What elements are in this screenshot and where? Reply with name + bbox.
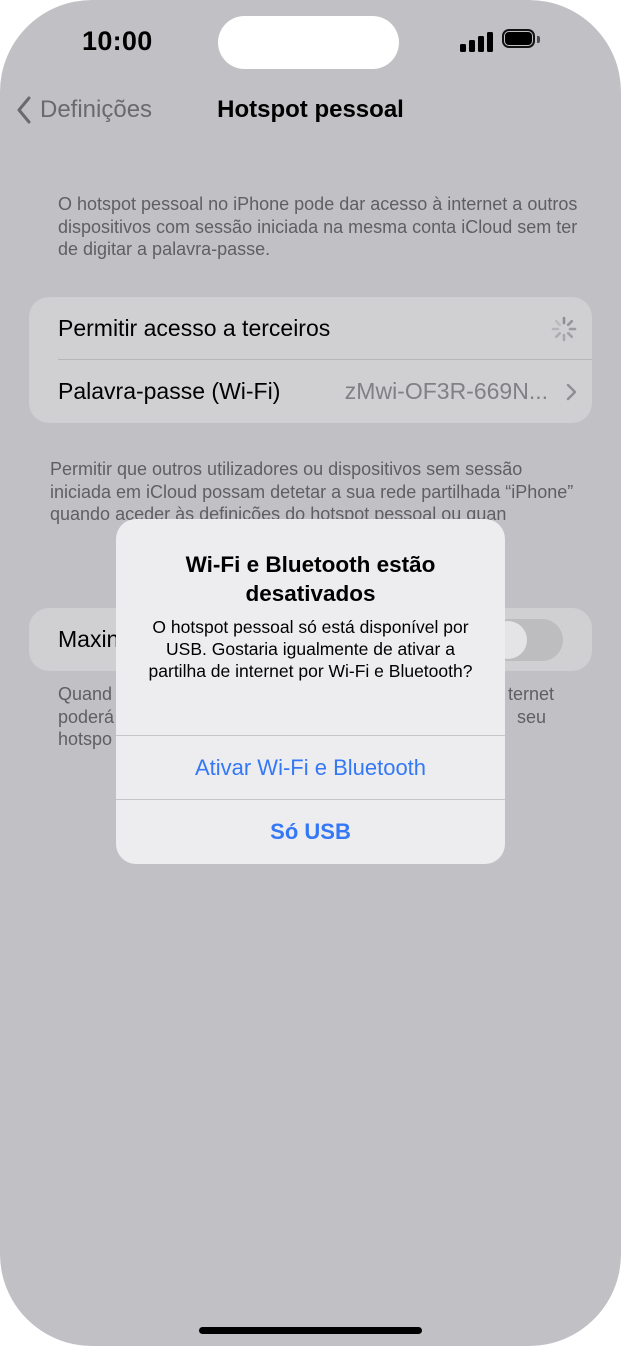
battery-icon	[502, 29, 542, 51]
allow-others-row[interactable]: Permitir acesso a terceiros	[29, 297, 592, 360]
alert-title: Wi-Fi e Bluetooth estão desativados	[185, 552, 436, 606]
password-value: zMwi-OF3R-669N...	[344, 378, 548, 404]
page-title: Hotspot pessoal	[217, 96, 404, 123]
chevron-right-icon	[566, 383, 577, 401]
alert-dialog: Wi-Fi e Bluetooth estão desativados O ho…	[116, 519, 505, 864]
allow-others-label: Permitir acesso a terceiros	[58, 315, 331, 341]
maximize-footer-right: ternet seu	[508, 684, 555, 727]
home-indicator[interactable]	[199, 1327, 422, 1334]
signal-icon	[460, 32, 494, 52]
settings-group: Permitir acesso a terceiros Palavra-pass…	[29, 297, 592, 423]
usb-only-button[interactable]: Só USB	[116, 800, 505, 863]
intro-text: O hotspot pessoal no iPhone pode dar ace…	[58, 194, 578, 259]
enable-wifi-bluetooth-button[interactable]: Ativar Wi-Fi e Bluetooth	[116, 736, 505, 799]
password-label: Palavra-passe (Wi-Fi)	[58, 378, 281, 404]
status-time: 10:00	[82, 26, 153, 56]
password-row[interactable]: Palavra-passe (Wi-Fi) zMwi-OF3R-669N...	[29, 360, 592, 423]
dynamic-island	[218, 16, 399, 69]
maximize-label: Maxin	[58, 626, 120, 652]
spinner-icon	[551, 316, 577, 342]
phone-screen: 10:00 Definições Hotspot pessoal O hotsp…	[0, 0, 621, 1346]
maximize-footer-left: Quand poderá hotspo	[58, 684, 115, 749]
alert-message: O hotspot pessoal só está disponível por…	[148, 617, 473, 681]
